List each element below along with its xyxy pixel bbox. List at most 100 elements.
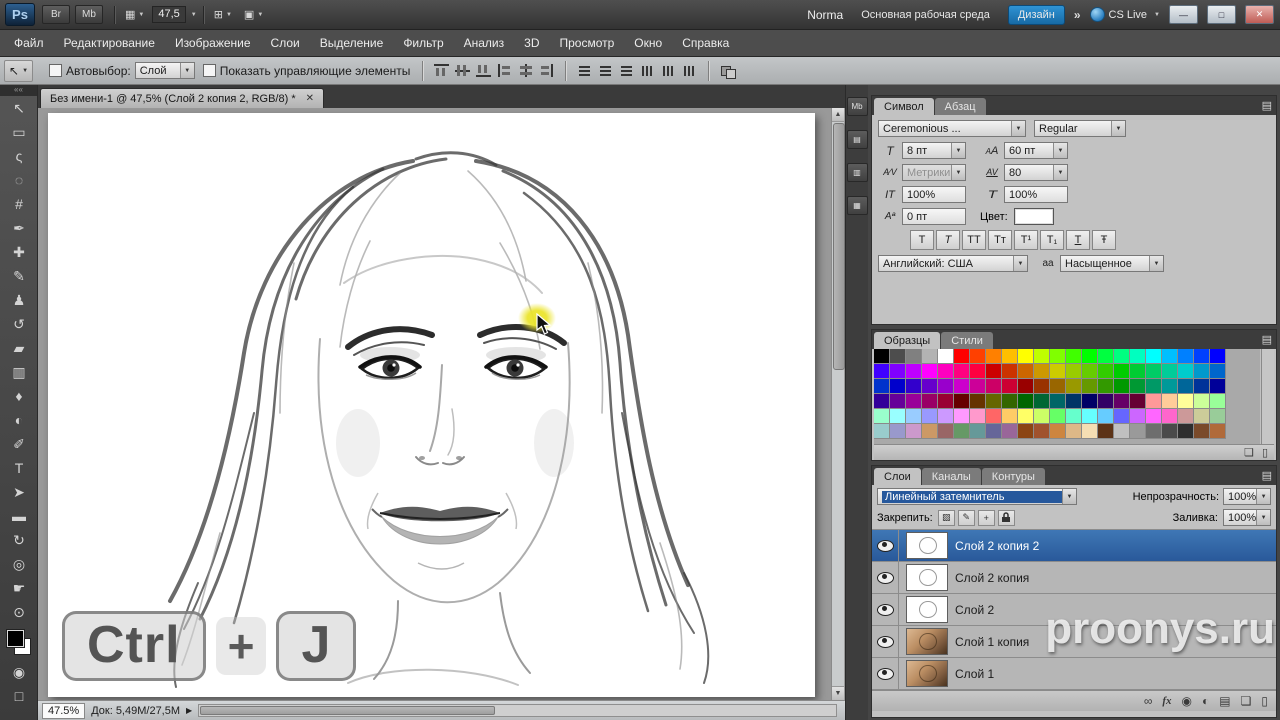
swatch[interactable] bbox=[970, 364, 986, 379]
layer-mask-icon[interactable]: ◉ bbox=[1182, 694, 1192, 708]
swatch[interactable] bbox=[1210, 379, 1226, 394]
swatch[interactable] bbox=[874, 424, 890, 439]
swatch[interactable] bbox=[922, 409, 938, 424]
swatch[interactable] bbox=[1114, 424, 1130, 439]
rotate-view-tool[interactable]: ↻ bbox=[0, 528, 38, 552]
swatch[interactable] bbox=[922, 349, 938, 364]
swatch[interactable] bbox=[1066, 424, 1082, 439]
menu-item[interactable]: Выделение bbox=[310, 31, 394, 55]
swatch[interactable] bbox=[1162, 364, 1178, 379]
swatch[interactable] bbox=[1066, 349, 1082, 364]
layer-visibility-toggle[interactable] bbox=[872, 594, 899, 625]
dock-panel-button-2[interactable]: ▥ bbox=[846, 163, 868, 182]
swatch[interactable] bbox=[874, 379, 890, 394]
faux-italic-button[interactable]: T bbox=[936, 230, 960, 250]
lock-position-icon[interactable]: + bbox=[977, 509, 995, 526]
swatch[interactable] bbox=[1098, 379, 1114, 394]
swatch[interactable] bbox=[954, 379, 970, 394]
align-top-edges-button[interactable] bbox=[434, 64, 450, 77]
all-caps-button[interactable]: TT bbox=[962, 230, 986, 250]
zoom-level-field[interactable]: 47,5 bbox=[152, 6, 186, 23]
swatch[interactable] bbox=[890, 349, 906, 364]
swatch[interactable] bbox=[1114, 394, 1130, 409]
swatch[interactable] bbox=[1146, 409, 1162, 424]
swatches-scrollbar[interactable] bbox=[1261, 349, 1274, 444]
swatch[interactable] bbox=[1018, 364, 1034, 379]
menu-item[interactable]: Фильтр bbox=[393, 31, 453, 55]
swatch[interactable] bbox=[874, 394, 890, 409]
scrollbar-thumb[interactable] bbox=[200, 706, 496, 715]
tab-paths[interactable]: Контуры bbox=[981, 468, 1045, 485]
tracking-select[interactable]: 80 bbox=[1004, 164, 1068, 181]
scroll-down-icon[interactable] bbox=[832, 686, 844, 700]
text-color-swatch[interactable] bbox=[1013, 208, 1054, 225]
swatch[interactable] bbox=[1146, 379, 1162, 394]
layer-row[interactable]: Слой 2 копия bbox=[872, 562, 1276, 594]
swatch[interactable] bbox=[874, 349, 890, 364]
cs-live-button[interactable]: CS Live bbox=[1089, 7, 1160, 22]
auto-align-layers-button[interactable] bbox=[720, 64, 737, 79]
swatch[interactable] bbox=[1098, 349, 1114, 364]
swatch[interactable] bbox=[1114, 364, 1130, 379]
swatch[interactable] bbox=[1002, 349, 1018, 364]
horizontal-scrollbar[interactable] bbox=[198, 704, 837, 717]
healing-brush-tool[interactable]: ✚ bbox=[0, 240, 38, 264]
swatch[interactable] bbox=[890, 424, 906, 439]
panel-menu-icon[interactable] bbox=[1262, 99, 1272, 112]
tab-swatches[interactable]: Образцы bbox=[874, 332, 941, 349]
swatch[interactable] bbox=[1210, 409, 1226, 424]
swatch[interactable] bbox=[1050, 409, 1066, 424]
launch-minibridge-button[interactable]: Mb bbox=[75, 5, 103, 24]
arrange-documents-button[interactable]: ⊞ bbox=[210, 6, 236, 24]
swatch[interactable] bbox=[1146, 349, 1162, 364]
fill-field[interactable]: 100% bbox=[1223, 509, 1271, 526]
swatch[interactable] bbox=[970, 424, 986, 439]
crop-tool[interactable]: # bbox=[0, 192, 38, 216]
align-bottom-edges-button[interactable] bbox=[476, 64, 492, 77]
swatch[interactable] bbox=[1082, 349, 1098, 364]
swatch[interactable] bbox=[1146, 364, 1162, 379]
swatch[interactable] bbox=[1194, 424, 1210, 439]
swatch[interactable] bbox=[986, 364, 1002, 379]
quick-mask-button[interactable]: ◉ bbox=[0, 660, 38, 684]
show-controls-checkbox[interactable] bbox=[202, 64, 216, 77]
swatch[interactable] bbox=[1114, 349, 1130, 364]
swatch[interactable] bbox=[938, 424, 954, 439]
dock-panel-button-1[interactable]: ▤ bbox=[846, 130, 868, 149]
swatch[interactable] bbox=[1018, 349, 1034, 364]
kerning-select[interactable]: Метрики bbox=[902, 164, 966, 181]
swatch[interactable] bbox=[1034, 409, 1050, 424]
autoselect-target-select[interactable]: Слой bbox=[134, 62, 195, 79]
lock-transparency-icon[interactable]: ▨ bbox=[937, 509, 955, 526]
swatch[interactable] bbox=[890, 379, 906, 394]
swatch[interactable] bbox=[1178, 409, 1194, 424]
swatch[interactable] bbox=[954, 424, 970, 439]
swatch[interactable] bbox=[1018, 394, 1034, 409]
swatch[interactable] bbox=[922, 379, 938, 394]
layer-thumbnail[interactable] bbox=[906, 660, 948, 687]
swatch[interactable] bbox=[1050, 424, 1066, 439]
eyedropper-tool[interactable]: ✒ bbox=[0, 216, 38, 240]
swatch[interactable] bbox=[954, 349, 970, 364]
strikethrough-button[interactable]: Ŧ bbox=[1092, 230, 1116, 250]
swatch[interactable] bbox=[874, 409, 890, 424]
swatch[interactable] bbox=[1130, 424, 1146, 439]
swatch[interactable] bbox=[1082, 379, 1098, 394]
workspace-overflow-button[interactable]: » bbox=[1074, 8, 1081, 22]
anti-alias-select[interactable]: Насыщенное bbox=[1060, 255, 1164, 272]
opacity-field[interactable]: 100% bbox=[1223, 488, 1271, 505]
adjustment-layer-icon[interactable]: ◐ bbox=[1202, 694, 1209, 708]
swatch[interactable] bbox=[1178, 424, 1194, 439]
swatch[interactable] bbox=[1178, 394, 1194, 409]
maximize-button[interactable]: □ bbox=[1207, 5, 1236, 24]
close-button[interactable]: ✕ bbox=[1245, 5, 1274, 24]
swatch[interactable] bbox=[986, 424, 1002, 439]
font-size-select[interactable]: 8 пт bbox=[902, 142, 966, 159]
swatch[interactable] bbox=[1050, 364, 1066, 379]
swatch[interactable] bbox=[906, 379, 922, 394]
swatch[interactable] bbox=[1162, 409, 1178, 424]
swatch[interactable] bbox=[1082, 409, 1098, 424]
swatch[interactable] bbox=[1194, 364, 1210, 379]
swatch[interactable] bbox=[906, 409, 922, 424]
screen-mode-toggle-button[interactable]: □ bbox=[0, 684, 38, 708]
